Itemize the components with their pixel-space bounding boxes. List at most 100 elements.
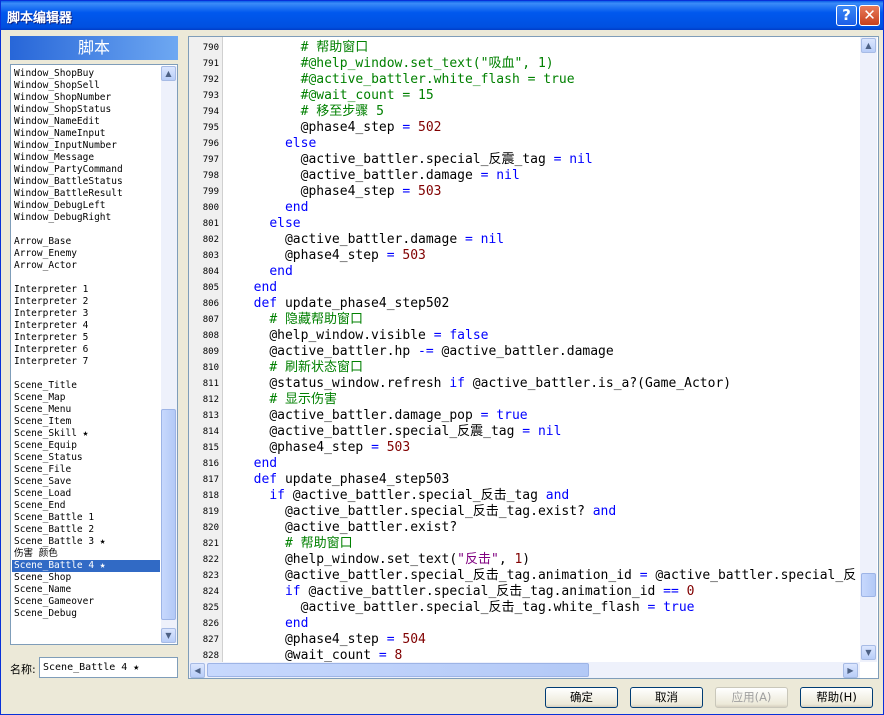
script-list-item[interactable]: Window_ShopStatus — [12, 104, 160, 116]
script-list-item[interactable]: Scene_Title — [12, 380, 160, 392]
script-list-item[interactable]: Scene_Gameover — [12, 596, 160, 608]
script-list-item[interactable] — [12, 632, 160, 644]
script-list-item[interactable]: Window_BattleResult — [12, 188, 160, 200]
script-list-item[interactable]: Window_BattleStatus — [12, 176, 160, 188]
scroll-down-icon[interactable]: ▼ — [861, 645, 876, 660]
script-list-item[interactable]: Scene_Shop — [12, 572, 160, 584]
code-line[interactable]: end — [238, 264, 292, 280]
script-list-item[interactable]: Scene_Battle 3 ★ — [12, 536, 160, 548]
script-list-item[interactable]: Scene_Status — [12, 452, 160, 464]
scroll-left-icon[interactable]: ◀ — [190, 663, 205, 678]
script-list-item[interactable]: Scene_Map — [12, 392, 160, 404]
code-line[interactable]: @active_battler.damage = nil — [238, 232, 504, 248]
script-list-item[interactable]: 伤害 颜色 — [12, 548, 160, 560]
script-list-item[interactable]: Interpreter 1 — [12, 284, 160, 296]
script-list-item[interactable]: Scene_Battle 4 ★ — [12, 560, 160, 572]
code-line[interactable]: @phase4_step = 503 — [238, 184, 442, 200]
script-list-item[interactable] — [12, 620, 160, 632]
scroll-thumb[interactable] — [161, 409, 176, 620]
code-line[interactable]: @active_battler.damage_pop = true — [238, 408, 527, 424]
code-line[interactable]: #@help_window.set_text("吸血", 1) — [238, 56, 554, 72]
script-list-item[interactable]: Interpreter 3 — [12, 308, 160, 320]
script-list-item[interactable]: Scene_Battle 2 — [12, 524, 160, 536]
editor-horizontal-scrollbar[interactable]: ◀ ▶ — [189, 662, 860, 678]
code-line[interactable]: # 显示伤害 — [238, 392, 337, 408]
name-input[interactable]: Scene_Battle 4 ★ — [39, 657, 178, 678]
code-line[interactable]: else — [238, 216, 300, 232]
code-line[interactable]: end — [238, 616, 308, 632]
script-list-item[interactable]: Window_NameInput — [12, 128, 160, 140]
scroll-up-icon[interactable]: ▲ — [161, 66, 176, 81]
script-list-item[interactable]: Interpreter 6 — [12, 344, 160, 356]
script-list-item[interactable]: Scene_Save — [12, 476, 160, 488]
code-line[interactable]: def update_phase4_step503 — [238, 472, 450, 488]
ok-button[interactable]: 确定 — [545, 687, 618, 708]
script-list-item[interactable]: Scene_Skill ★ — [12, 428, 160, 440]
code-line[interactable]: @help_window.set_text("反击", 1) — [238, 552, 530, 568]
code-line[interactable]: @active_battler.special_反击_tag.animation… — [238, 568, 856, 584]
code-line[interactable]: #@active_battler.white_flash = true — [238, 72, 575, 88]
scroll-right-icon[interactable]: ▶ — [843, 663, 858, 678]
code-line[interactable]: else — [238, 136, 316, 152]
script-list-item[interactable]: Window_ShopSell — [12, 80, 160, 92]
script-list-item[interactable]: Interpreter 5 — [12, 332, 160, 344]
code-line[interactable]: # 移至步骤 5 — [238, 104, 384, 120]
script-list-item[interactable]: Window_DebugRight — [12, 212, 160, 224]
code-line[interactable]: # 帮助窗口 — [238, 40, 369, 56]
help-title-button[interactable]: ? — [836, 5, 857, 26]
script-list-item[interactable] — [12, 224, 160, 236]
script-list-item[interactable]: Scene_End — [12, 500, 160, 512]
scroll-up-icon[interactable]: ▲ — [861, 38, 876, 53]
script-list-item[interactable]: Scene_Item — [12, 416, 160, 428]
script-list-item[interactable]: Main — [12, 644, 160, 645]
scroll-down-icon[interactable]: ▼ — [161, 628, 176, 643]
code-line[interactable]: @phase4_step = 502 — [238, 120, 442, 136]
code-line[interactable]: @status_window.refresh if @active_battle… — [238, 376, 731, 392]
scroll-thumb[interactable] — [861, 573, 876, 597]
script-list-item[interactable]: Scene_Load — [12, 488, 160, 500]
code-line[interactable]: @phase4_step = 503 — [238, 248, 426, 264]
code-line[interactable]: #@wait_count = 15 — [238, 88, 434, 104]
code-line[interactable]: if @active_battler.special_反击_tag and — [238, 488, 569, 504]
script-list-item[interactable]: Arrow_Actor — [12, 260, 160, 272]
code-line[interactable]: @active_battler.special_反震_tag = nil — [238, 424, 561, 440]
code-line[interactable]: end — [238, 280, 277, 296]
script-list-item[interactable]: Window_ShopNumber — [12, 92, 160, 104]
code-line[interactable]: @active_battler.special_反击_tag.white_fla… — [238, 600, 695, 616]
code-line[interactable]: def update_phase4_step502 — [238, 296, 450, 312]
code-line[interactable]: @help_window.visible = false — [238, 328, 488, 344]
script-list-item[interactable]: Scene_File — [12, 464, 160, 476]
editor-vertical-scrollbar[interactable]: ▲ ▼ — [860, 37, 877, 662]
code-line[interactable]: @active_battler.damage = nil — [238, 168, 520, 184]
script-list-item[interactable]: Scene_Menu — [12, 404, 160, 416]
script-list-item[interactable] — [12, 368, 160, 380]
code-line[interactable]: # 隐藏帮助窗口 — [238, 312, 363, 328]
code-line[interactable]: end — [238, 456, 277, 472]
script-list-item[interactable]: Window_InputNumber — [12, 140, 160, 152]
code-line[interactable]: if @active_battler.special_反击_tag.animat… — [238, 584, 695, 600]
script-list-item[interactable]: Scene_Debug — [12, 608, 160, 620]
script-list-item[interactable]: Scene_Equip — [12, 440, 160, 452]
help-button[interactable]: 帮助(H) — [800, 687, 873, 708]
script-list-item[interactable]: Window_ShopBuy — [12, 68, 160, 80]
code-line[interactable]: @phase4_step = 503 — [238, 440, 410, 456]
script-list-item[interactable]: Arrow_Base — [12, 236, 160, 248]
code-line[interactable]: @active_battler.special_反击_tag.exist? an… — [238, 504, 616, 520]
script-list-item[interactable]: Arrow_Enemy — [12, 248, 160, 260]
code-line[interactable]: # 帮助窗口 — [238, 536, 353, 552]
close-button[interactable]: ✕ — [859, 5, 880, 26]
script-list-item[interactable]: Interpreter 4 — [12, 320, 160, 332]
script-list-item[interactable]: Window_PartyCommand — [12, 164, 160, 176]
code-line[interactable]: # 刷新状态窗口 — [238, 360, 363, 376]
code-editor[interactable]: 790 791 792 793 794 795 796 797 798 799 800 801 802 8… — [188, 36, 879, 679]
script-list-item[interactable]: Interpreter 7 — [12, 356, 160, 368]
script-list-item[interactable]: Window_DebugLeft — [12, 200, 160, 212]
title-bar[interactable]: 脚本编辑器 ? ✕ — [1, 1, 883, 30]
script-list-item[interactable]: Window_Message — [12, 152, 160, 164]
script-list[interactable]: Window_ShopBuy Window_ShopSell Window_Shop… — [10, 64, 178, 645]
code-line[interactable]: @active_battler.hp -= @active_battler.da… — [238, 344, 613, 360]
script-list-item[interactable]: Scene_Battle 1 — [12, 512, 160, 524]
cancel-button[interactable]: 取消 — [630, 687, 703, 708]
code-line[interactable]: @phase4_step = 504 — [238, 632, 426, 648]
script-list-item[interactable]: Window_NameEdit — [12, 116, 160, 128]
